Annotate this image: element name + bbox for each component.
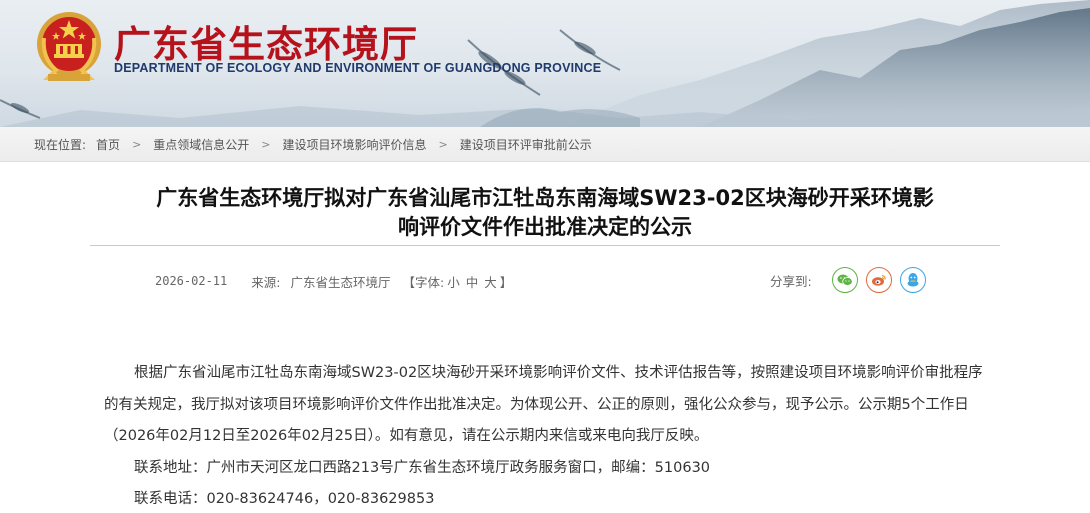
header-banner: 广东省生态环境厅 DEPARTMENT OF ECOLOGY AND ENVIR…	[0, 0, 1090, 127]
body-paragraph: 根据广东省汕尾市江牡岛东南海域SW23-02区块海砂开采环境影响评价文件、技术评…	[104, 365, 983, 444]
font-size-large-button[interactable]: 大	[484, 275, 497, 290]
article-title-line-2: 响评价文件作出批准决定的公示	[398, 215, 692, 239]
national-emblem-icon	[37, 12, 101, 81]
source-label: 来源:	[251, 274, 281, 290]
article-meta: 2026-02-11 来源: 广东省生态环境厅 【字体: 小中大】	[155, 271, 512, 291]
wechat-icon	[837, 274, 853, 286]
font-size-control: 【字体: 小中大】	[402, 272, 512, 291]
breadcrumb-here-label: 现在位置:	[34, 137, 87, 152]
qq-icon	[907, 273, 919, 287]
publish-date: 2026-02-11	[155, 274, 228, 288]
font-size-small-button[interactable]: 小	[447, 275, 460, 290]
article-title-line-1: 广东省生态环境厅拟对广东省汕尾市江牡岛东南海域SW23-02区块海砂开采环境影	[156, 186, 934, 210]
site-subtitle: DEPARTMENT OF ECOLOGY AND ENVIRONMENT OF…	[114, 61, 602, 75]
site-title: 广东省生态环境厅	[114, 23, 418, 66]
chevron-right-icon: >	[438, 137, 448, 151]
contact-address: 联系地址：广州市天河区龙口西路213号广东省生态环境厅政务服务窗口，邮编：510…	[134, 459, 711, 476]
share-wechat-button[interactable]	[831, 267, 858, 293]
share-label: 分享到:	[770, 273, 812, 289]
font-size-close: 】	[499, 274, 513, 290]
contact-phone: 联系电话：020-83624746，020-83629853	[134, 491, 435, 507]
title-divider	[90, 245, 1000, 246]
breadcrumb-key-areas-link[interactable]: 重点领域信息公开	[153, 136, 249, 153]
font-size-medium-button[interactable]: 中	[466, 275, 479, 290]
share-bar: 分享到:	[770, 266, 934, 294]
weibo-icon	[871, 274, 886, 286]
breadcrumb: 现在位置: 首页 > 重点领域信息公开 > 建设项目环境影响评价信息 > 建设项…	[0, 127, 1090, 162]
breadcrumb-eia-approval-link[interactable]: 建设项目环评审批前公示	[460, 136, 592, 153]
chevron-right-icon: >	[261, 137, 271, 151]
share-qq-button[interactable]	[899, 267, 926, 293]
chevron-right-icon: >	[132, 137, 142, 151]
breadcrumb-eia-info-link[interactable]: 建设项目环境影响评价信息	[283, 136, 427, 153]
source-name: 广东省生态环境厅	[290, 274, 391, 290]
font-size-label: 【字体:	[402, 274, 445, 290]
article-title: 广东省生态环境厅拟对广东省汕尾市江牡岛东南海域SW23-02区块海砂开采环境影 …	[90, 184, 1000, 242]
article-body: 根据广东省汕尾市江牡岛东南海域SW23-02区块海砂开采环境影响评价文件、技术评…	[104, 358, 989, 513]
share-weibo-button[interactable]	[865, 267, 892, 293]
breadcrumb-home-link[interactable]: 首页	[96, 136, 120, 153]
